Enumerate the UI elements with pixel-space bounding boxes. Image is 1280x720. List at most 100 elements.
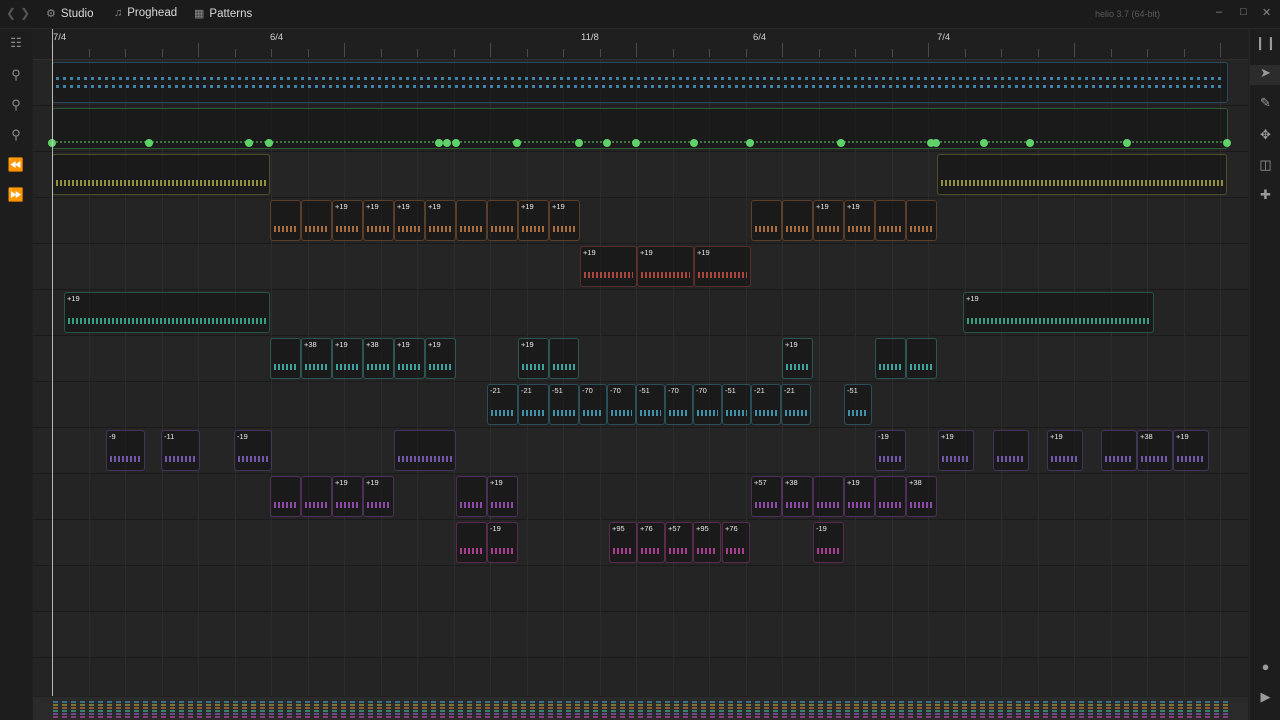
time-signature[interactable]: 7/4 (937, 32, 950, 43)
pattern-clip[interactable]: +19 (425, 338, 456, 379)
pattern-clip[interactable]: +19 (332, 338, 363, 379)
record-icon[interactable]: ● (1250, 659, 1280, 674)
pattern-clip[interactable]: +95 (609, 522, 637, 563)
track-lane[interactable] (33, 474, 1248, 520)
pattern-clip[interactable]: +38 (782, 476, 813, 517)
pattern-clip[interactable]: +19 (938, 430, 974, 471)
pattern-clip[interactable] (487, 200, 518, 241)
pattern-clip[interactable] (456, 522, 487, 563)
pattern-clip[interactable]: +19 (637, 246, 694, 287)
pattern-clip[interactable]: -51 (636, 384, 665, 425)
pattern-clip[interactable] (782, 200, 813, 241)
time-signature[interactable]: 6/4 (270, 32, 283, 43)
pattern-clip[interactable]: -51 (844, 384, 872, 425)
pattern-clip[interactable]: -51 (722, 384, 751, 425)
pattern-clip[interactable] (1101, 430, 1137, 471)
pattern-clip[interactable]: +19 (332, 476, 363, 517)
pattern-clip[interactable] (270, 200, 301, 241)
zoom-fit-icon[interactable]: ⚲ (0, 127, 32, 143)
pattern-clip[interactable]: -21 (781, 384, 811, 425)
pattern-clip[interactable]: +76 (722, 522, 750, 563)
pattern-clip[interactable] (875, 476, 906, 517)
pattern-clip[interactable] (456, 476, 487, 517)
pattern-clip[interactable]: +19 (363, 476, 394, 517)
pattern-clip[interactable]: +57 (751, 476, 782, 517)
track-lane[interactable] (33, 198, 1248, 244)
pattern-clip[interactable]: +19 (1173, 430, 1209, 471)
pattern-clip[interactable] (937, 154, 1227, 195)
pattern-clip[interactable] (52, 154, 270, 195)
time-signature[interactable]: 6/4 (753, 32, 766, 43)
pattern-clip[interactable] (456, 200, 487, 241)
pattern-clip[interactable] (906, 200, 937, 241)
time-signature[interactable]: 7/4 (53, 32, 66, 43)
track-lane[interactable] (33, 336, 1248, 382)
pattern-clip[interactable]: -21 (487, 384, 518, 425)
automation-point[interactable] (145, 139, 153, 147)
pattern-clip[interactable] (270, 338, 301, 379)
maximize-icon[interactable]: □ (1240, 6, 1247, 18)
pattern-clip[interactable]: -70 (579, 384, 607, 425)
automation-point[interactable] (632, 139, 640, 147)
pattern-clip[interactable]: +95 (693, 522, 721, 563)
history-arrows[interactable]: ❮❯ (6, 6, 34, 20)
pattern-clip[interactable]: -9 (106, 430, 145, 471)
pattern-clip[interactable]: -21 (751, 384, 781, 425)
forward-icon[interactable]: ❯ (20, 6, 34, 20)
automation-point[interactable] (932, 139, 940, 147)
fast-forward-icon[interactable]: ⏩ (0, 187, 32, 203)
pattern-clip[interactable]: +38 (363, 338, 394, 379)
zoom-in-icon[interactable]: ⚲ (0, 97, 32, 113)
pen-tool-icon[interactable]: ✎ (1250, 95, 1280, 111)
automation-point[interactable] (452, 139, 460, 147)
pattern-clip[interactable]: +19 (394, 338, 425, 379)
project-overview[interactable] (33, 697, 1248, 720)
pattern-clip[interactable] (751, 200, 782, 241)
pattern-clip[interactable] (301, 476, 332, 517)
automation-point[interactable] (265, 139, 273, 147)
pattern-clip[interactable] (549, 338, 579, 379)
automation-point[interactable] (1026, 139, 1034, 147)
track-lane[interactable] (33, 612, 1248, 658)
pattern-clip[interactable]: +19 (963, 292, 1154, 333)
pattern-clip[interactable] (52, 62, 1228, 103)
tab-patterns[interactable]: ▦ Patterns (194, 7, 252, 21)
play-icon[interactable]: ▶ (1250, 689, 1280, 705)
cursor-tool-icon[interactable]: ➤ (1250, 65, 1280, 85)
pattern-clip[interactable] (993, 430, 1029, 471)
tab-studio[interactable]: ⚙ Studio (46, 7, 93, 21)
automation-point[interactable] (980, 139, 988, 147)
pattern-clip[interactable]: +19 (1047, 430, 1083, 471)
time-signature[interactable]: 11/8 (581, 32, 599, 43)
zoom-out-icon[interactable]: ⚲ (0, 67, 32, 83)
pattern-clip[interactable] (301, 200, 332, 241)
add-icon[interactable]: ✚ (1250, 187, 1280, 203)
automation-point[interactable] (746, 139, 754, 147)
minimize-icon[interactable]: – (1216, 6, 1222, 18)
pattern-clip[interactable] (52, 108, 1228, 149)
pattern-clip[interactable]: +76 (637, 522, 665, 563)
automation-point[interactable] (443, 139, 451, 147)
pattern-clip[interactable]: +19 (782, 338, 813, 379)
panel-toggle-icon[interactable]: ❙❙ (1250, 35, 1280, 51)
pattern-clip[interactable]: +19 (694, 246, 751, 287)
automation-point[interactable] (837, 139, 845, 147)
automation-point[interactable] (1223, 139, 1231, 147)
pattern-clip[interactable]: +19 (363, 200, 394, 241)
automation-point[interactable] (575, 139, 583, 147)
pattern-clip[interactable]: +57 (665, 522, 693, 563)
automation-point[interactable] (435, 139, 443, 147)
automation-point[interactable] (603, 139, 611, 147)
automation-point[interactable] (513, 139, 521, 147)
automation-point[interactable] (690, 139, 698, 147)
pattern-clip[interactable]: -11 (161, 430, 200, 471)
pattern-clip[interactable]: -70 (607, 384, 636, 425)
pattern-clip[interactable]: +19 (549, 200, 580, 241)
pattern-clip[interactable]: +19 (332, 200, 363, 241)
pattern-clip[interactable] (906, 338, 937, 379)
playhead[interactable] (52, 29, 53, 696)
pattern-clip[interactable]: +19 (64, 292, 270, 333)
pattern-clip[interactable] (875, 200, 906, 241)
drag-tool-icon[interactable]: ✥ (1250, 127, 1280, 143)
close-icon[interactable]: ✕ (1262, 6, 1271, 19)
